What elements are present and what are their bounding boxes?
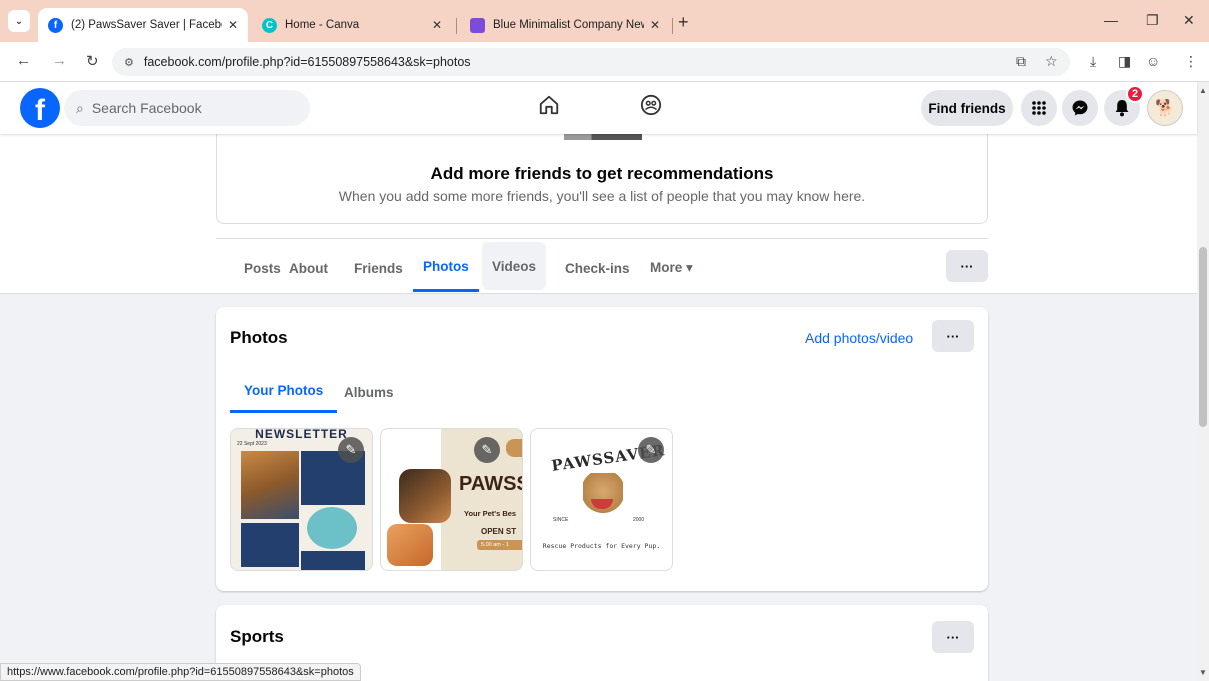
search-icon: ⌕ bbox=[76, 99, 84, 116]
recommendation-image-strip bbox=[564, 134, 642, 140]
facebook-favicon-icon: f bbox=[48, 17, 63, 33]
edit-pencil-icon[interactable]: ✎ bbox=[474, 437, 500, 463]
photos-more-options-button[interactable]: ··· bbox=[932, 320, 974, 352]
flyer-dog-photo bbox=[399, 469, 451, 523]
profile-more-options-button[interactable]: ··· bbox=[946, 250, 988, 282]
scrollbar-thumb[interactable] bbox=[1199, 247, 1207, 427]
restore-icon[interactable]: ❐ bbox=[1146, 12, 1159, 29]
canva-favicon-icon: C bbox=[262, 17, 277, 33]
groups-icon[interactable] bbox=[640, 94, 662, 122]
search-input[interactable]: ⌕ Search Facebook bbox=[64, 90, 310, 126]
tab-check-ins[interactable]: Check-ins bbox=[555, 244, 640, 292]
browser-tab-strip: ⌄ f (2) PawsSaver Saver | Facebook ✕ C H… bbox=[0, 0, 1209, 42]
tab-friends[interactable]: Friends bbox=[344, 244, 413, 292]
recommendations-card: Add more friends to get recommendations … bbox=[216, 134, 988, 224]
address-toolbar: ← → ↻ ⚙ facebook.com/profile.php?id=6155… bbox=[0, 42, 1209, 82]
browser-menu-icon[interactable]: ⋮ bbox=[1184, 53, 1198, 70]
account-avatar[interactable]: 🐕 bbox=[1147, 90, 1183, 126]
tab-videos[interactable]: Videos bbox=[482, 242, 547, 290]
photos-card: Photos Add photos/video ··· Your Photos … bbox=[216, 307, 988, 591]
tab-title: Blue Minimalist Company New bbox=[493, 19, 644, 31]
forward-icon[interactable]: → bbox=[52, 52, 67, 69]
newsletter-date: 22 Sept 2023 bbox=[237, 441, 267, 447]
logo-since: SINCE bbox=[553, 517, 569, 523]
install-app-icon[interactable]: ⧉ bbox=[1016, 53, 1026, 70]
add-photos-video-link[interactable]: Add photos/video bbox=[805, 330, 913, 346]
close-tab-icon[interactable]: ✕ bbox=[432, 18, 442, 32]
flyer-tagline: Your Pet's Bes bbox=[464, 509, 517, 518]
home-icon[interactable] bbox=[538, 94, 560, 122]
newsletter-text-block bbox=[301, 551, 365, 570]
sports-more-options-button[interactable]: ··· bbox=[932, 621, 974, 653]
profile-icon[interactable]: ☺ bbox=[1146, 53, 1160, 69]
close-window-icon[interactable]: ✕ bbox=[1183, 12, 1195, 29]
recommendations-subtitle: When you add some more friends, you'll s… bbox=[338, 188, 866, 204]
tab-facebook[interactable]: f (2) PawsSaver Saver | Facebook ✕ bbox=[38, 8, 248, 42]
bookmark-star-icon[interactable]: ☆ bbox=[1045, 53, 1058, 70]
scroll-up-icon[interactable]: ▲ bbox=[1199, 86, 1207, 95]
find-friends-button[interactable]: Find friends bbox=[921, 90, 1013, 126]
url-bar[interactable]: ⚙ facebook.com/profile.php?id=6155089755… bbox=[112, 48, 1070, 76]
notification-count-badge: 2 bbox=[1126, 85, 1144, 103]
tab-separator bbox=[456, 18, 457, 34]
scroll-down-icon[interactable]: ▼ bbox=[1199, 668, 1207, 677]
edit-pencil-icon[interactable]: ✎ bbox=[338, 437, 364, 463]
reload-icon[interactable]: ↻ bbox=[86, 52, 99, 70]
tab-photos[interactable]: Photos bbox=[413, 244, 479, 292]
close-tab-icon[interactable]: ✕ bbox=[228, 18, 238, 32]
newsletter-dog-photo bbox=[241, 451, 299, 519]
side-panel-icon[interactable]: ◨ bbox=[1118, 53, 1131, 70]
minimize-icon[interactable]: — bbox=[1104, 12, 1118, 28]
flyer-cat-photo bbox=[387, 524, 433, 566]
menu-grid-icon[interactable] bbox=[1021, 90, 1057, 126]
subtab-albums[interactable]: Albums bbox=[330, 371, 408, 413]
divider bbox=[216, 238, 988, 239]
url-text: facebook.com/profile.php?id=615508975586… bbox=[143, 55, 471, 69]
flyer-brand: PAWSS bbox=[459, 473, 523, 495]
flyer-accent bbox=[506, 439, 522, 457]
site-info-icon[interactable]: ⚙ bbox=[124, 56, 134, 69]
tab-title: Home - Canva bbox=[285, 19, 360, 31]
newsletter-pug-illustration bbox=[307, 507, 357, 549]
tab-about[interactable]: About bbox=[279, 244, 338, 292]
flyer-open: OPEN ST bbox=[481, 527, 517, 536]
back-icon[interactable]: ← bbox=[16, 52, 31, 69]
photos-title: Photos bbox=[230, 328, 288, 347]
page-scrollbar[interactable]: ▲ ▼ bbox=[1197, 82, 1209, 681]
close-tab-icon[interactable]: ✕ bbox=[650, 18, 660, 32]
photo-thumbnail-newsletter[interactable]: NEWSLETTER 22 Sept 2023 ✎ bbox=[230, 428, 373, 571]
logo-year: 2000 bbox=[633, 517, 645, 523]
download-icon[interactable]: ⤓ bbox=[1090, 53, 1096, 70]
status-bar-url: https://www.facebook.com/profile.php?id=… bbox=[0, 663, 361, 681]
tab-more[interactable]: More ▾ bbox=[640, 244, 703, 292]
profile-upper-section: Add more friends to get recommendations … bbox=[0, 134, 1197, 294]
recommendations-title: Add more friends to get recommendations bbox=[430, 164, 774, 183]
search-placeholder: Search Facebook bbox=[91, 100, 202, 116]
messenger-icon[interactable] bbox=[1062, 90, 1098, 126]
flyer-hours: 5.00 am - 1 bbox=[477, 540, 522, 550]
tab-canva[interactable]: C Home - Canva ✕ bbox=[252, 8, 452, 42]
logo-tagline: Rescue Products for Every Pup. bbox=[542, 542, 661, 550]
edit-pencil-icon[interactable]: ✎ bbox=[638, 437, 664, 463]
document-favicon-icon bbox=[470, 17, 485, 33]
subtab-your-photos[interactable]: Your Photos bbox=[230, 371, 338, 413]
tab-separator bbox=[672, 18, 673, 34]
tab-search-menu-button[interactable]: ⌄ bbox=[8, 10, 30, 32]
new-tab-button[interactable]: + bbox=[678, 13, 689, 31]
facebook-header: f ⌕ Search Facebook Find friends 2 🐕 bbox=[0, 82, 1197, 134]
photo-thumbnail-flyer[interactable]: PAWSS Your Pet's Bes OPEN ST 5.00 am - 1… bbox=[380, 428, 523, 571]
tab-title: (2) PawsSaver Saver | Facebook bbox=[71, 19, 222, 31]
sports-title: Sports bbox=[230, 627, 284, 646]
photo-thumbnail-logo[interactable]: PAWSSAVER SINCE 2000 Rescue Products for… bbox=[530, 428, 673, 571]
facebook-logo-icon[interactable]: f bbox=[20, 88, 60, 128]
tab-blue-minimalist[interactable]: Blue Minimalist Company New ✕ bbox=[460, 8, 670, 42]
newsletter-text-block bbox=[241, 523, 299, 567]
